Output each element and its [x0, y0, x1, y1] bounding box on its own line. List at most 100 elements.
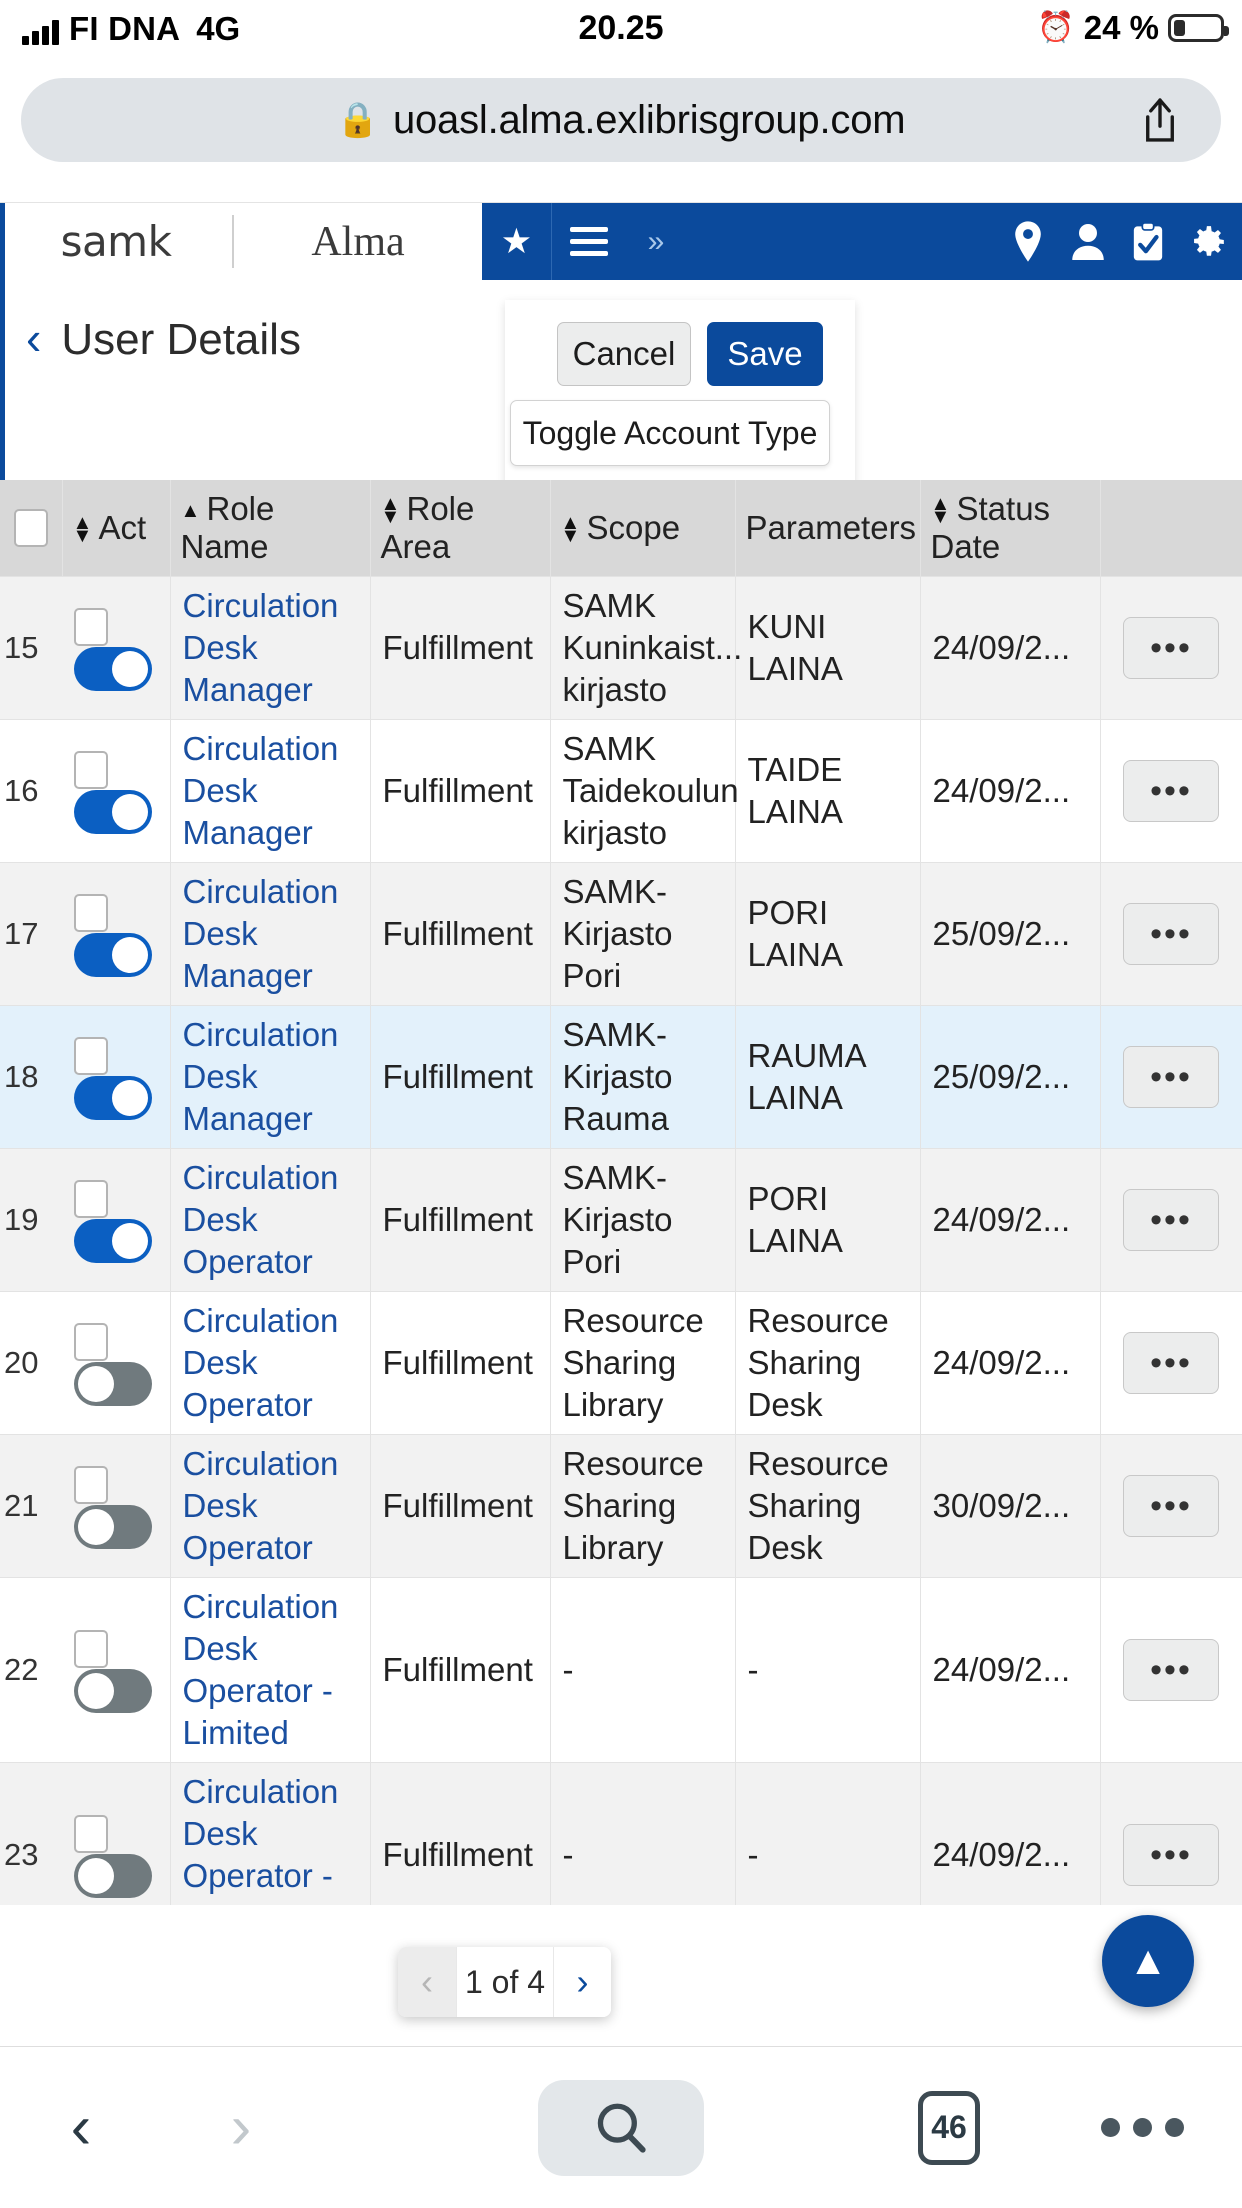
row-active-cell[interactable]: [62, 576, 171, 720]
row-checkbox[interactable]: [74, 894, 108, 932]
role-name-link[interactable]: Circulation Desk Manager: [183, 873, 339, 994]
row-checkbox[interactable]: [74, 1466, 108, 1504]
browser-more-button[interactable]: [1101, 2118, 1184, 2137]
row-actions-cell[interactable]: •••: [1100, 1434, 1242, 1578]
row-more-actions-button[interactable]: •••: [1123, 616, 1219, 679]
table-row[interactable]: 18 Circulation Desk Manager Fulfillment SAM…: [0, 1005, 1242, 1149]
row-active-toggle[interactable]: [74, 1219, 152, 1264]
table-row[interactable]: 15 Circulation Desk Manager Fulfillment SAM…: [0, 576, 1242, 720]
row-checkbox[interactable]: [74, 608, 108, 646]
hamburger-menu-icon[interactable]: [552, 203, 626, 280]
gear-icon[interactable]: [1178, 223, 1238, 261]
row-actions-cell[interactable]: •••: [1100, 1291, 1242, 1435]
row-checkbox[interactable]: [74, 1037, 108, 1075]
row-more-actions-button[interactable]: •••: [1123, 759, 1219, 822]
user-icon[interactable]: [1058, 222, 1118, 262]
role-name-link[interactable]: Circulation Desk Operator: [183, 1302, 339, 1423]
save-button[interactable]: Save: [707, 322, 823, 386]
row-role-name[interactable]: Circulation Desk Operator - Limited: [170, 1762, 371, 1906]
row-more-actions-button[interactable]: •••: [1123, 1188, 1219, 1251]
row-actions-cell[interactable]: •••: [1100, 1577, 1242, 1763]
row-more-actions-button[interactable]: •••: [1123, 1331, 1219, 1394]
row-more-actions-button[interactable]: •••: [1123, 1474, 1219, 1537]
cancel-button[interactable]: Cancel: [557, 322, 691, 386]
role-name-link[interactable]: Circulation Desk Manager: [183, 587, 339, 708]
row-role-name[interactable]: Circulation Desk Manager: [170, 576, 371, 720]
row-more-actions-button[interactable]: •••: [1123, 902, 1219, 965]
column-header-status-date[interactable]: ▲ ▼ Status Date: [920, 480, 1101, 577]
row-role-name[interactable]: Circulation Desk Manager: [170, 1005, 371, 1149]
institution-logo[interactable]: samk: [0, 203, 232, 280]
table-row[interactable]: 22 Circulation Desk Operator - Limited Ful…: [0, 1577, 1242, 1763]
role-name-link[interactable]: Circulation Desk Manager: [183, 730, 339, 851]
row-active-cell[interactable]: [62, 1148, 171, 1292]
column-header-role-name[interactable]: ▲ Role Name: [170, 480, 371, 577]
row-role-name[interactable]: Circulation Desk Operator - Limited: [170, 1577, 371, 1763]
location-pin-icon[interactable]: [998, 220, 1058, 264]
role-name-link[interactable]: Circulation Desk Operator - Limited: [183, 1588, 339, 1751]
row-role-name[interactable]: Circulation Desk Manager: [170, 862, 371, 1006]
table-row[interactable]: 19 Circulation Desk Operator Fulfillment SA…: [0, 1148, 1242, 1292]
table-row[interactable]: 21 Circulation Desk Operator Fulfillment Re…: [0, 1434, 1242, 1578]
toggle-account-type-button[interactable]: Toggle Account Type: [510, 400, 830, 466]
row-more-actions-button[interactable]: •••: [1123, 1045, 1219, 1108]
row-role-name[interactable]: Circulation Desk Operator: [170, 1148, 371, 1292]
column-header-act[interactable]: ▲ ▼ Act: [62, 480, 171, 577]
row-more-actions-button[interactable]: •••: [1123, 1823, 1219, 1886]
select-all-header[interactable]: [0, 480, 63, 577]
share-icon[interactable]: [1141, 97, 1179, 143]
row-checkbox[interactable]: [74, 1815, 108, 1853]
row-active-toggle[interactable]: [74, 1505, 152, 1550]
row-actions-cell[interactable]: •••: [1100, 719, 1242, 863]
pagination-next-button[interactable]: ›: [553, 1947, 611, 2017]
row-active-toggle[interactable]: [74, 790, 152, 835]
row-role-name[interactable]: Circulation Desk Operator: [170, 1291, 371, 1435]
column-header-role-area[interactable]: ▲ ▼ Role Area: [370, 480, 551, 577]
row-actions-cell[interactable]: •••: [1100, 576, 1242, 720]
table-row[interactable]: 20 Circulation Desk Operator Fulfillment Re…: [0, 1291, 1242, 1435]
row-active-toggle[interactable]: [74, 1076, 152, 1121]
url-bar[interactable]: 🔒 uoasl.alma.exlibrisgroup.com: [21, 78, 1221, 162]
row-active-cell[interactable]: [62, 1005, 171, 1149]
browser-back-button[interactable]: ‹: [36, 2092, 126, 2163]
row-active-toggle[interactable]: [74, 1669, 152, 1714]
row-active-cell[interactable]: [62, 862, 171, 1006]
role-name-link[interactable]: Circulation Desk Manager: [183, 1016, 339, 1137]
browser-forward-button[interactable]: ›: [196, 2092, 286, 2163]
scroll-to-top-button[interactable]: ▲: [1102, 1915, 1194, 2007]
table-row[interactable]: 17 Circulation Desk Manager Fulfillment SAM…: [0, 862, 1242, 1006]
row-active-toggle[interactable]: [74, 933, 152, 978]
row-actions-cell[interactable]: •••: [1100, 1148, 1242, 1292]
row-active-cell[interactable]: [62, 1577, 171, 1763]
roles-table-container[interactable]: ▲ ▼ Act ▲ Role Name ▲ ▼ Role Area ▲ ▼ Scope Par…: [0, 480, 1242, 1905]
table-row[interactable]: 23 Circulation Desk Operator - LimitedFul…: [0, 1762, 1242, 1905]
role-name-link[interactable]: Circulation Desk Operator - Limited: [183, 1773, 339, 1906]
row-checkbox[interactable]: [74, 751, 108, 789]
row-role-name[interactable]: Circulation Desk Operator: [170, 1434, 371, 1578]
row-actions-cell[interactable]: •••: [1100, 1762, 1242, 1905]
role-name-link[interactable]: Circulation Desk Operator: [183, 1445, 339, 1566]
row-checkbox[interactable]: [74, 1630, 108, 1668]
row-active-toggle[interactable]: [74, 1854, 152, 1899]
row-actions-cell[interactable]: •••: [1100, 1005, 1242, 1149]
table-row[interactable]: 16 Circulation Desk Manager Fulfillment SAM…: [0, 719, 1242, 863]
pagination-prev-button[interactable]: ‹: [398, 1947, 456, 2017]
browser-search-button[interactable]: [538, 2079, 704, 2176]
star-icon[interactable]: ★: [482, 203, 552, 280]
column-header-scope[interactable]: ▲ ▼ Scope: [550, 480, 736, 577]
row-active-toggle[interactable]: [74, 1362, 152, 1407]
clipboard-check-icon[interactable]: [1118, 221, 1178, 263]
row-more-actions-button[interactable]: •••: [1123, 1638, 1219, 1701]
row-active-cell[interactable]: [62, 1291, 171, 1435]
row-role-name[interactable]: Circulation Desk Manager: [170, 719, 371, 863]
row-active-cell[interactable]: [62, 719, 171, 863]
select-all-checkbox[interactable]: [13, 508, 48, 547]
row-active-cell[interactable]: [62, 1762, 171, 1905]
browser-tabs-button[interactable]: 46: [918, 2090, 980, 2165]
row-checkbox[interactable]: [74, 1180, 108, 1218]
row-active-cell[interactable]: [62, 1434, 171, 1578]
row-actions-cell[interactable]: •••: [1100, 862, 1242, 1006]
row-active-toggle[interactable]: [74, 647, 152, 692]
back-chevron-icon[interactable]: ‹: [26, 312, 41, 364]
row-checkbox[interactable]: [74, 1323, 108, 1361]
